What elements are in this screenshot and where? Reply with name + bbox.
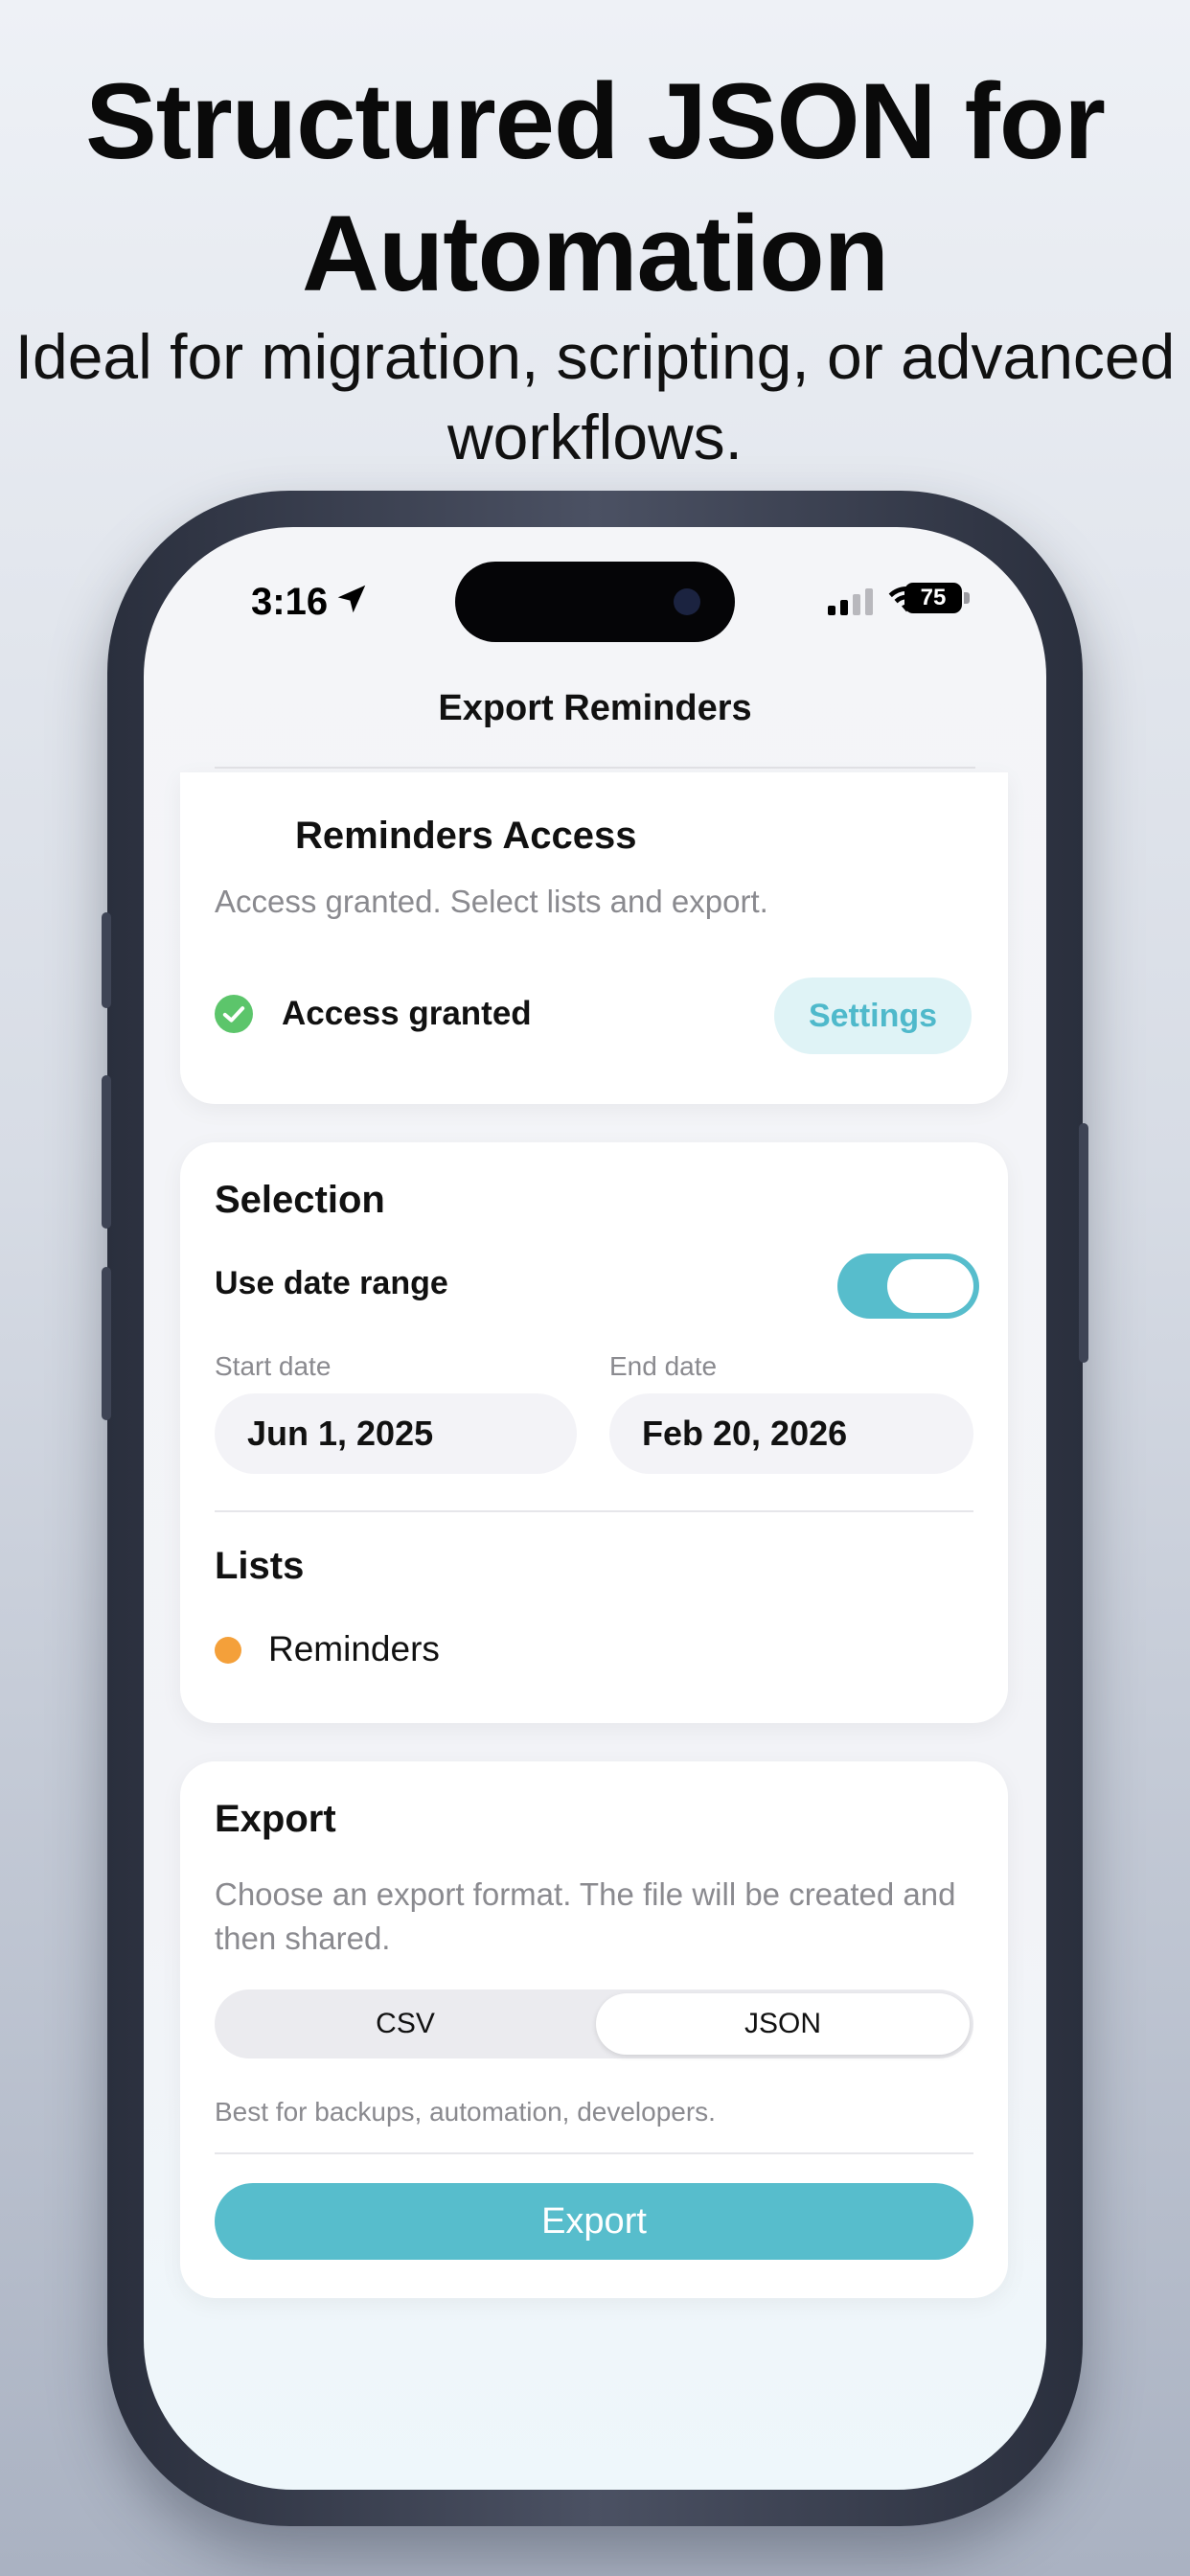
- nav-title: Export Reminders: [438, 688, 752, 728]
- battery-tip: [964, 592, 970, 604]
- lists-title: Lists: [215, 1545, 305, 1587]
- list-item[interactable]: Reminders: [215, 1622, 973, 1679]
- end-date-label: End date: [609, 1351, 718, 1381]
- phone-volume-down-button: [102, 1267, 111, 1420]
- start-date-picker[interactable]: Jun 1, 2025: [215, 1393, 577, 1474]
- access-card-title: Reminders Access: [295, 815, 637, 857]
- promo-subhead: Ideal for migration, scripting, or advan…: [14, 321, 1176, 472]
- phone-power-button: [1079, 1123, 1088, 1363]
- export-divider: [215, 2152, 973, 2154]
- list-item-label: Reminders: [268, 1629, 440, 1668]
- access-status-label: Access granted: [282, 995, 532, 1032]
- export-card-title: Export: [215, 1798, 336, 1840]
- selection-card-title: Selection: [215, 1179, 385, 1221]
- selection-card: Selection Use date range Start date End …: [180, 1142, 1008, 1723]
- format-segmented-control: CSV JSON: [215, 1990, 973, 2058]
- format-option-csv[interactable]: CSV: [218, 1993, 592, 2055]
- checkmark-circle-icon: [215, 995, 253, 1033]
- list-color-dot: [215, 1637, 241, 1664]
- format-option-json[interactable]: JSON: [596, 1993, 970, 2055]
- selection-divider: [215, 1510, 973, 1512]
- phone-volume-up-button: [102, 1075, 111, 1229]
- access-card: Reminders Access Access granted. Select …: [180, 772, 1008, 1104]
- date-range-toggle[interactable]: [837, 1254, 979, 1319]
- export-card: Export Choose an export format. The file…: [180, 1761, 1008, 2298]
- export-button[interactable]: Export: [215, 2183, 973, 2260]
- cellular-signal-icon: [828, 586, 873, 615]
- settings-button[interactable]: Settings: [774, 978, 972, 1054]
- dynamic-island: [455, 562, 735, 642]
- export-card-description: Choose an export format. The file will b…: [215, 1876, 956, 1956]
- promo-headline: Structured JSON for Automation: [85, 61, 1106, 313]
- format-hint: Best for backups, automation, developers…: [215, 2097, 716, 2127]
- nav-divider: [215, 767, 975, 769]
- battery-icon: 75: [904, 583, 962, 613]
- status-time: 3:16: [251, 581, 329, 623]
- phone-screen: 3:16 75 Export Reminders Reminders Acces…: [144, 527, 1046, 2490]
- phone-action-button: [102, 912, 111, 1008]
- date-range-toggle-knob: [887, 1259, 973, 1313]
- location-arrow-icon: [337, 585, 366, 613]
- end-date-picker[interactable]: Feb 20, 2026: [609, 1393, 973, 1474]
- date-range-label: Use date range: [215, 1265, 448, 1301]
- phone-frame: 3:16 75 Export Reminders Reminders Acces…: [102, 491, 1088, 2526]
- start-date-label: Start date: [215, 1351, 332, 1381]
- access-card-description: Access granted. Select lists and export.: [215, 884, 768, 919]
